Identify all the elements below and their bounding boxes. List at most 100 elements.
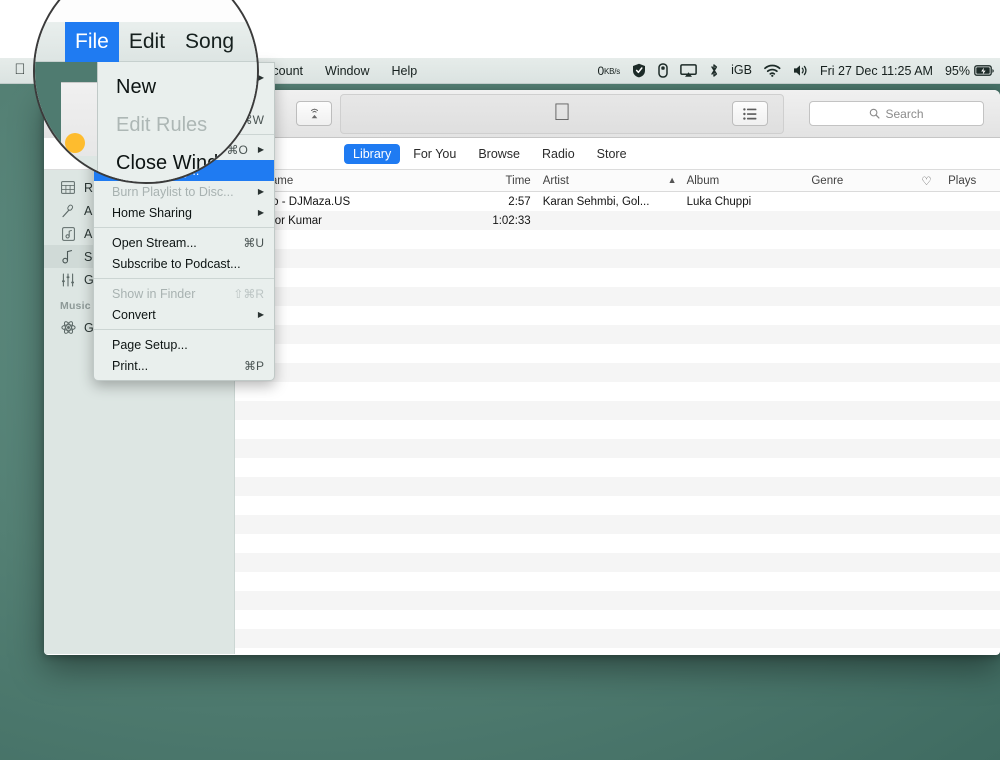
table-row[interactable]: ▶ shor Kumar 1:02:33: [235, 211, 1000, 230]
airplay-icon[interactable]: [296, 101, 332, 126]
sort-caret-icon: ▲: [667, 174, 677, 185]
empty-row: [235, 629, 1000, 648]
empty-row: [235, 534, 1000, 553]
magnified-file-menu: New Edit Rules Close Window Add to Libra…: [97, 62, 257, 182]
empty-row: [235, 572, 1000, 591]
col-header-artist-label: Artist: [542, 174, 569, 187]
sliders-icon: [60, 272, 76, 288]
tab-for-you[interactable]: For You: [404, 144, 465, 164]
search-input[interactable]: Search: [809, 101, 984, 126]
menu-item-label: Home Sharing: [112, 205, 192, 220]
col-header-time[interactable]: Time: [467, 175, 536, 187]
search-icon: [870, 108, 881, 119]
empty-row: [235, 249, 1000, 268]
empty-row: [235, 382, 1000, 401]
usb-icon[interactable]: [658, 63, 668, 78]
menu-item-shortcut: ⌘P: [243, 358, 264, 373]
network-rate-indicator[interactable]: 0 KB/s: [598, 64, 621, 78]
empty-row: [235, 363, 1000, 382]
empty-row: [235, 439, 1000, 458]
speaker-icon[interactable]: [793, 64, 808, 77]
empty-row: [235, 401, 1000, 420]
menu-item-label: Print...: [112, 358, 149, 373]
menu-item-home-sharing[interactable]: Home Sharing ▶: [94, 202, 274, 223]
empty-row: [235, 496, 1000, 515]
tab-browse[interactable]: Browse: [469, 144, 529, 164]
empty-row: [235, 591, 1000, 610]
col-header-genre[interactable]: Genre: [805, 175, 911, 187]
atom-icon: [60, 320, 76, 336]
col-header-loved[interactable]: ♡: [911, 174, 942, 188]
menubar-date: Fri 27 Dec: [819, 63, 878, 78]
menu-item-label: Page Setup...: [112, 337, 188, 352]
network-rate-unit: KB/s: [603, 67, 621, 76]
airplay-display-icon[interactable]: [680, 63, 697, 78]
menu-item-convert[interactable]: Convert ▶: [94, 304, 274, 325]
tab-library[interactable]: Library: [344, 143, 401, 164]
list-view-icon[interactable]: [732, 101, 768, 126]
menubar-item-window[interactable]: Window: [314, 58, 380, 84]
empty-rows: [235, 230, 1000, 654]
submenu-arrow-icon: ▶: [257, 145, 264, 154]
microphone-icon: [60, 203, 76, 219]
now-playing-display: : [340, 94, 784, 134]
empty-row: [235, 648, 1000, 654]
magnifier-backdrop: [35, 0, 257, 22]
empty-row: [235, 268, 1000, 287]
magnified-menu-bar: File Edit Song: [35, 21, 257, 62]
search-placeholder: Search: [885, 106, 924, 121]
menubar-item-help[interactable]: Help: [380, 58, 428, 84]
menubar-clock[interactable]: Fri 27 Dec 11:25 AM: [820, 64, 933, 78]
menu-item-print[interactable]: Print... ⌘P: [94, 355, 274, 376]
menu-item-open-stream[interactable]: Open Stream... ⌘U: [94, 232, 274, 253]
empty-row: [235, 230, 1000, 249]
submenu-arrow-icon: ▶: [257, 187, 264, 196]
shield-icon[interactable]: [632, 63, 646, 78]
carrier-label[interactable]: iGB: [731, 64, 752, 77]
bluetooth-icon[interactable]: [709, 63, 719, 78]
menu-separator: [94, 278, 274, 279]
menu-item-subscribe-podcast[interactable]: Subscribe to Podcast...: [94, 253, 274, 274]
empty-row: [235, 325, 1000, 344]
magnified-menu-item-close-window: Close Window: [116, 151, 244, 174]
tab-store[interactable]: Store: [588, 144, 636, 164]
magnified-menu-item-new: New: [116, 75, 157, 98]
empty-row: [235, 306, 1000, 325]
row-artist: Karan Sehmbi, Gol...: [542, 195, 650, 208]
apple-logo-icon: : [553, 100, 571, 125]
menu-item-label: Show in Finder: [112, 286, 196, 301]
track-list-header: Name Time Artist ▲ Album Genre ♡ Plays: [235, 170, 1000, 192]
tab-radio[interactable]: Radio: [533, 144, 584, 164]
row-time: 2:57: [508, 195, 531, 208]
row-album: Luka Chuppi: [686, 195, 752, 208]
screen:  Search: [0, 0, 1000, 760]
battery-percent: 95%: [944, 63, 970, 78]
empty-row: [235, 344, 1000, 363]
menu-item-burn-playlist: Burn Playlist to Disc... ▶: [94, 181, 274, 202]
col-header-album[interactable]: Album: [681, 175, 806, 187]
menu-item-label: Burn Playlist to Disc...: [112, 184, 234, 199]
submenu-arrow-icon: ▶: [257, 310, 264, 319]
table-row[interactable]: ▶ oto - DJMaza.US 2:57 Karan Sehmbi, Gol…: [235, 192, 1000, 211]
col-header-artist[interactable]: Artist ▲: [537, 175, 681, 187]
menubar-time: 11:25 AM: [881, 63, 933, 78]
magnified-menubar-item-file: File: [65, 21, 119, 62]
empty-row: [235, 477, 1000, 496]
wifi-icon[interactable]: [764, 64, 781, 77]
magnifier-lens: File Edit Song New Edit Rules Close Wind…: [33, 0, 259, 184]
menu-item-page-setup[interactable]: Page Setup...: [94, 334, 274, 355]
album-icon: [60, 226, 76, 242]
col-header-name[interactable]: Name: [257, 175, 468, 187]
magnified-menu-item-edit-rules: Edit Rules: [116, 113, 208, 136]
col-header-plays[interactable]: Plays: [942, 175, 1000, 187]
empty-row: [235, 420, 1000, 439]
magnified-minimize-button: [65, 133, 85, 153]
magnified-menubar-item-edit: Edit: [128, 29, 166, 53]
battery-charging-icon[interactable]: [974, 64, 994, 77]
battery-indicator[interactable]: 95%: [945, 64, 970, 78]
menu-item-show-in-finder: Show in Finder ⇧⌘R: [94, 283, 274, 304]
menu-item-label: Convert: [112, 307, 156, 322]
submenu-arrow-icon: ▶: [257, 208, 264, 217]
empty-row: [235, 515, 1000, 534]
menu-separator: [94, 329, 274, 330]
